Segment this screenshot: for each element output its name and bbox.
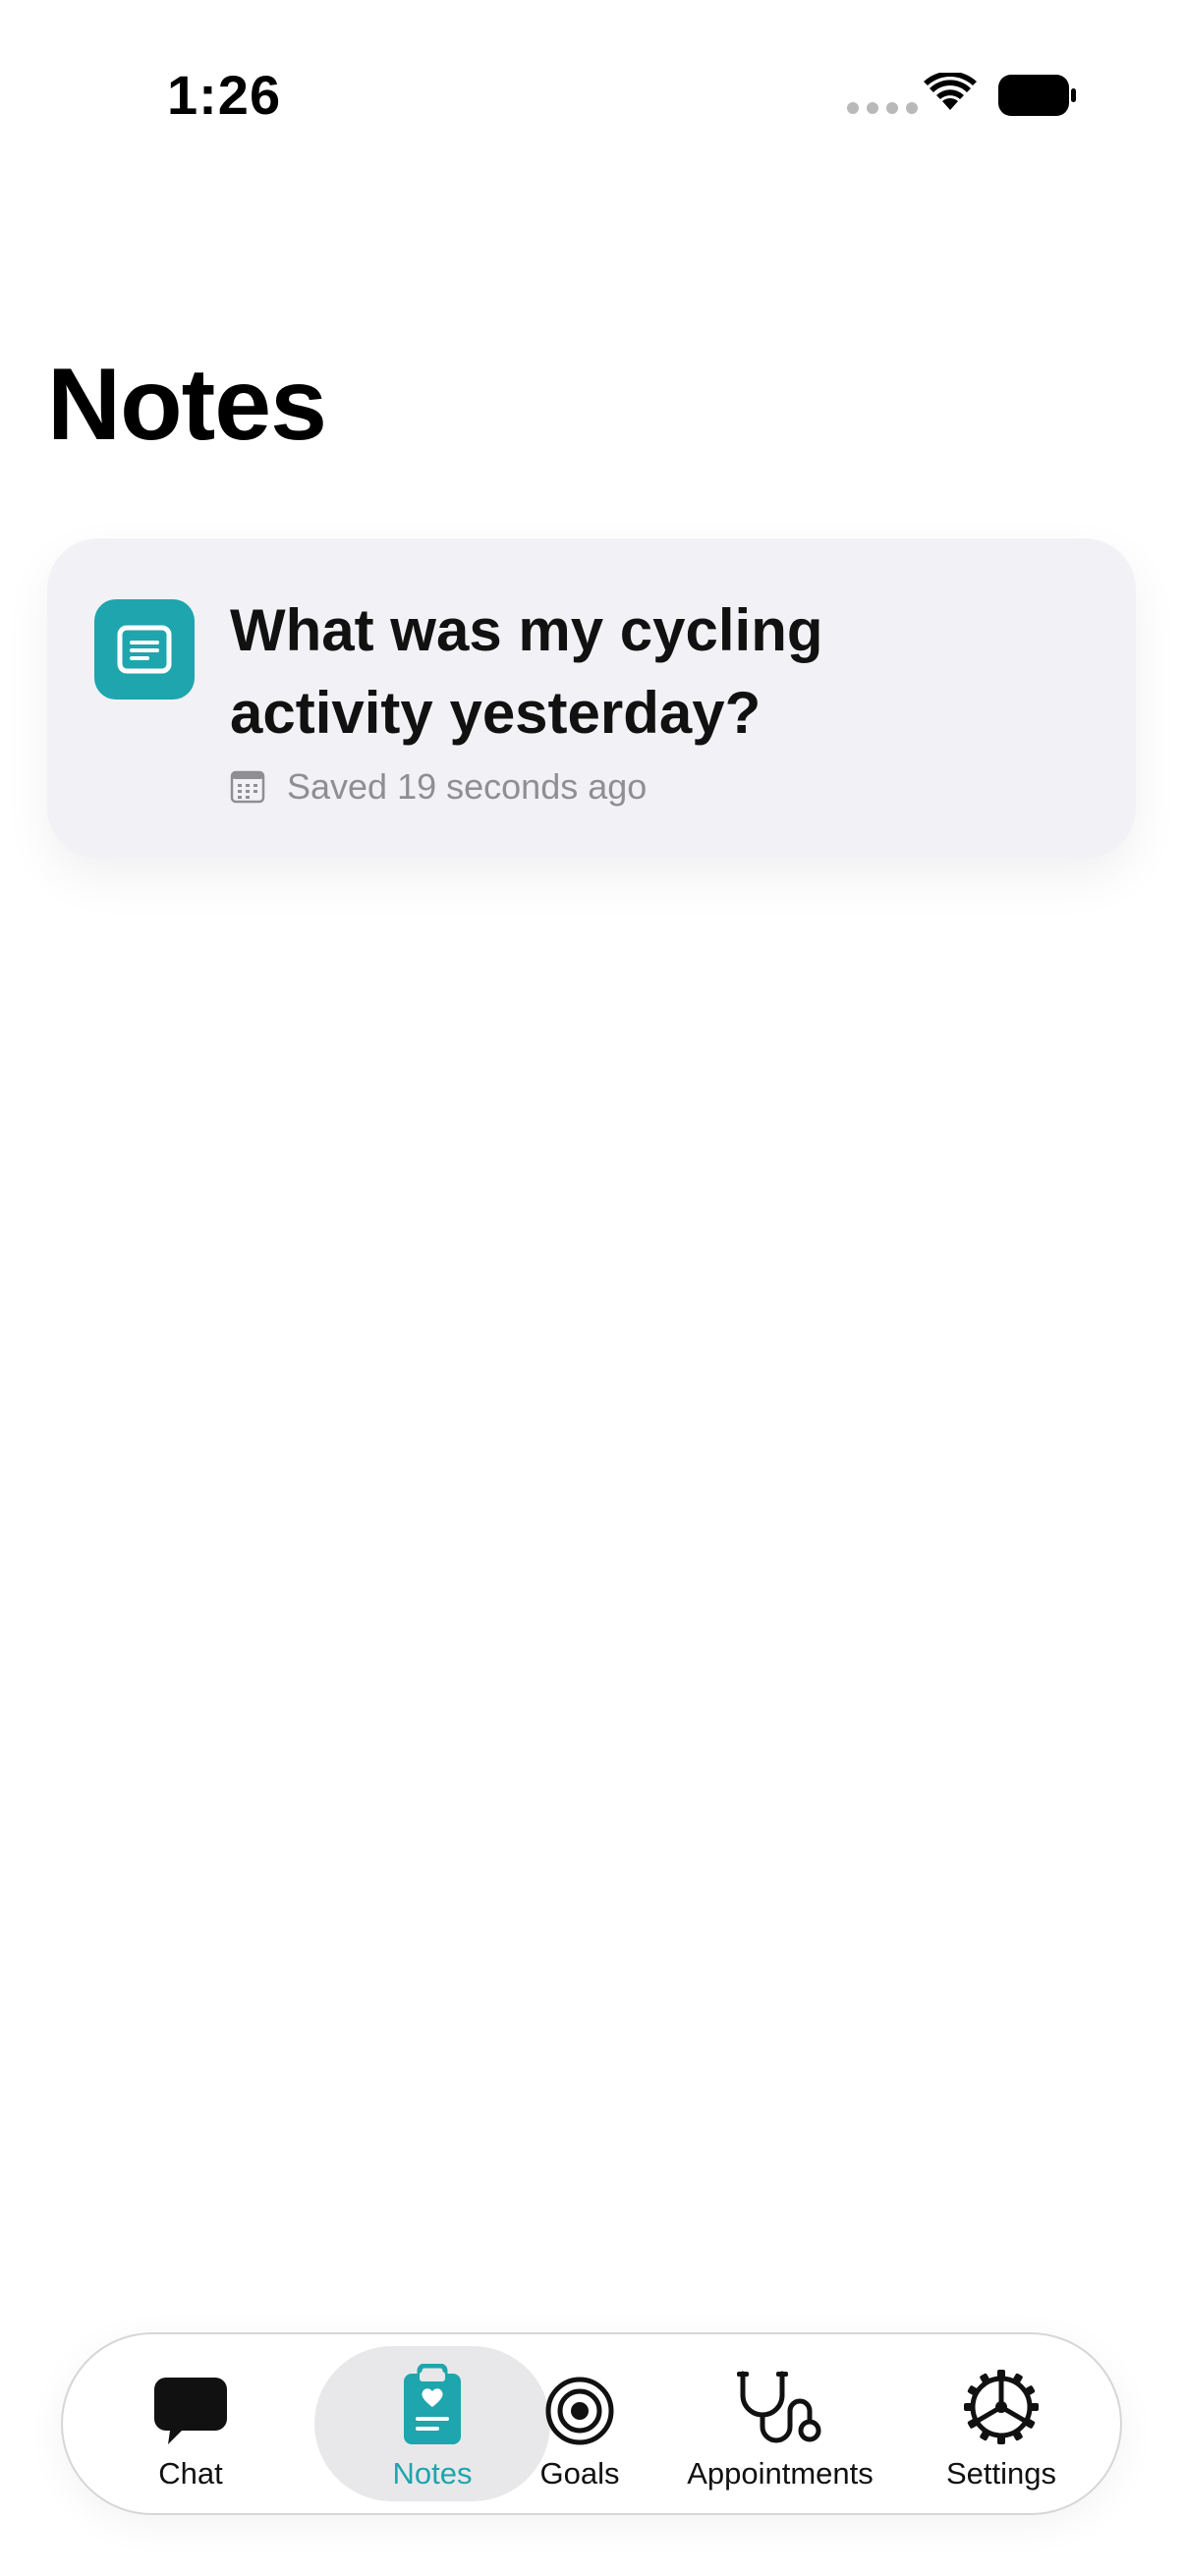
battery-icon: [998, 75, 1076, 116]
page-title: Notes: [47, 348, 327, 462]
tab-chat[interactable]: Chat: [122, 2334, 259, 2517]
status-bar: 1:26: [0, 0, 1185, 196]
tab-notes[interactable]: Notes: [364, 2334, 501, 2517]
chat-bubble-icon: [154, 2378, 227, 2444]
gear-icon: [964, 2370, 1039, 2444]
tab-label-goals: Goals: [539, 2456, 620, 2491]
note-title: What was my cycling activity yesterday?: [230, 597, 823, 746]
cellular-signal-icon: [847, 102, 918, 114]
tab-label-appointments: Appointments: [687, 2456, 874, 2491]
tab-appointments[interactable]: Appointments: [652, 2334, 908, 2517]
target-icon: [545, 2377, 614, 2445]
wifi-icon: [924, 73, 977, 110]
tab-bar: Chat Notes Goals Appointments Settings: [61, 2332, 1122, 2515]
notes-screen: 1:26 Notes What was my cycling activity …: [0, 0, 1185, 2576]
clipboard-heart-icon: [404, 2364, 461, 2444]
note-meta: Saved 19 seconds ago: [230, 766, 647, 808]
tab-label-chat: Chat: [158, 2456, 223, 2491]
note-document-icon: [94, 599, 195, 700]
note-saved-time: Saved 19 seconds ago: [287, 766, 648, 807]
status-time: 1:26: [167, 64, 282, 126]
tab-goals[interactable]: Goals: [501, 2334, 658, 2517]
tab-label-settings: Settings: [945, 2456, 1056, 2491]
tab-label-notes: Notes: [392, 2456, 473, 2491]
note-card[interactable]: What was my cycling activity yesterday? …: [47, 538, 1136, 859]
tab-settings[interactable]: Settings: [918, 2334, 1085, 2517]
calendar-icon: [230, 770, 265, 804]
stethoscope-icon: [737, 2371, 821, 2443]
